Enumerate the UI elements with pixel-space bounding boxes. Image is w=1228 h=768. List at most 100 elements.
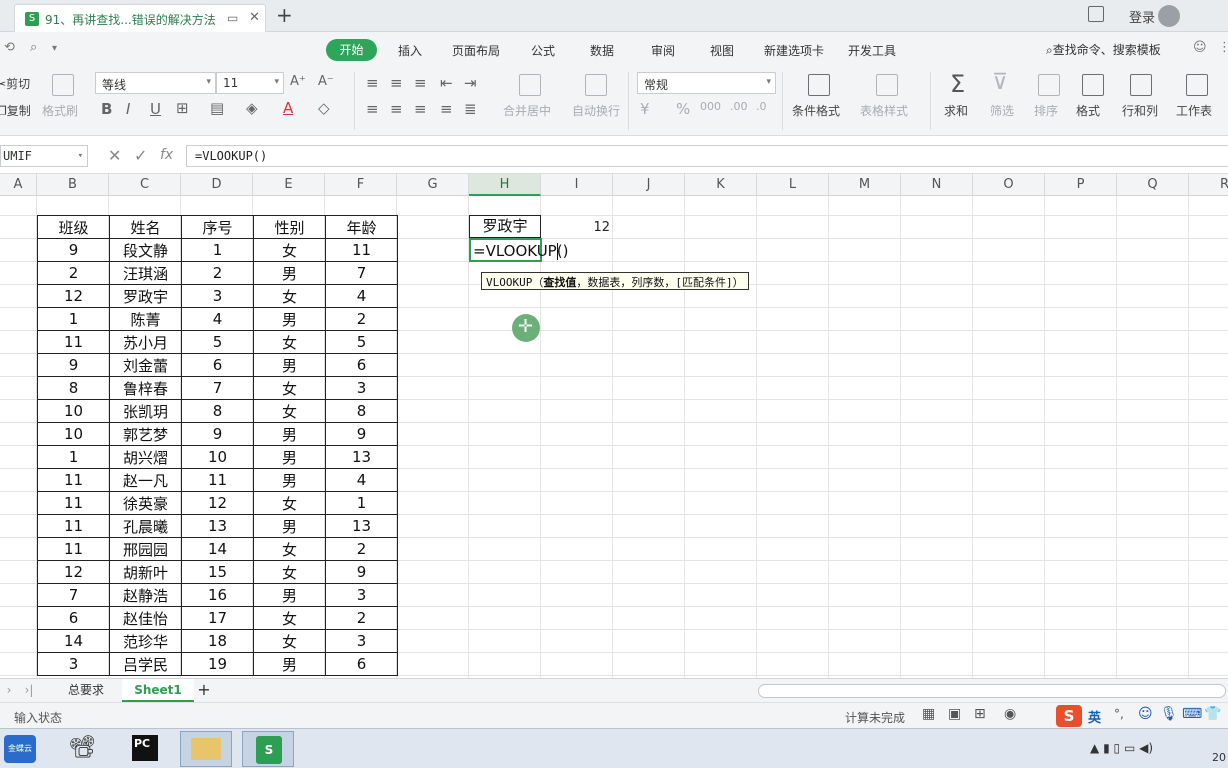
ime-language[interactable]: 英 — [1088, 707, 1101, 726]
paint-bucket-icon[interactable]: ◈ — [246, 99, 258, 117]
table-cell[interactable]: 男 — [253, 514, 326, 538]
table-cell[interactable]: 罗政宇 — [109, 284, 182, 308]
table-cell[interactable]: 11 — [37, 330, 110, 354]
table-cell[interactable]: 9 — [37, 238, 110, 262]
column-header-r[interactable]: R — [1189, 174, 1228, 196]
taskbar-app-explorer[interactable] — [180, 731, 232, 767]
column-header-e[interactable]: E — [253, 174, 325, 196]
table-cell[interactable]: 男 — [253, 652, 326, 676]
table-cell[interactable]: 郭艺梦 — [109, 422, 182, 446]
more-icon[interactable]: ⋮ — [1218, 40, 1228, 55]
table-cell[interactable]: 男 — [253, 422, 326, 446]
punctuation-icon[interactable]: °, — [1114, 707, 1124, 721]
table-cell[interactable]: 男 — [253, 261, 326, 285]
table-cell[interactable]: 13 — [181, 514, 254, 538]
preview-icon[interactable]: ⌕ — [30, 40, 37, 55]
table-cell[interactable]: 16 — [181, 583, 254, 607]
column-header-q[interactable]: Q — [1117, 174, 1189, 196]
table-cell[interactable]: 1 — [325, 491, 398, 515]
table-cell[interactable]: 7 — [325, 261, 398, 285]
column-header-b[interactable]: B — [37, 174, 109, 196]
table-cell[interactable]: 鲁梓春 — [109, 376, 182, 400]
table-cell[interactable]: 女 — [253, 376, 326, 400]
menu-tab-new[interactable]: 新建选项卡 — [764, 42, 824, 59]
table-cell[interactable]: 3 — [181, 284, 254, 308]
table-cell[interactable]: 1 — [37, 307, 110, 331]
table-cell[interactable]: 11 — [37, 468, 110, 492]
table-cell[interactable]: 男 — [253, 583, 326, 607]
eye-protection-icon[interactable]: ◉ — [1004, 706, 1016, 722]
table-cell[interactable]: 8 — [325, 399, 398, 423]
table-cell[interactable]: 12 — [181, 491, 254, 515]
column-header-h[interactable]: H — [469, 174, 541, 196]
table-cell[interactable]: 9 — [325, 422, 398, 446]
table-cell[interactable]: 7 — [181, 376, 254, 400]
insert-function-button[interactable]: fx — [160, 147, 173, 163]
column-header-f[interactable]: F — [325, 174, 397, 196]
table-cell[interactable]: 刘金蕾 — [109, 353, 182, 377]
table-cell[interactable]: 8 — [37, 376, 110, 400]
table-cell[interactable]: 男 — [253, 307, 326, 331]
table-cell[interactable]: 14 — [37, 629, 110, 653]
column-header-j[interactable]: J — [613, 174, 685, 196]
align-center-icon[interactable]: ≡ — [390, 100, 403, 118]
document-tab[interactable]: S 91、再讲查找...错误的解决方法 ▭ ✕ — [14, 4, 266, 32]
table-cell[interactable]: 女 — [253, 399, 326, 423]
table-cell[interactable]: 女 — [253, 284, 326, 308]
filter-button[interactable]: 筛选 — [990, 102, 1014, 119]
close-tab-icon[interactable]: ✕ — [249, 10, 260, 25]
table-cell[interactable]: 赵佳怡 — [109, 606, 182, 630]
keyboard-icon[interactable]: ⌨ — [1182, 706, 1202, 722]
table-cell[interactable]: 女 — [253, 606, 326, 630]
align-middle-icon[interactable]: ≡ — [390, 74, 403, 92]
add-sheet-button[interactable]: + — [194, 679, 214, 702]
table-cell[interactable]: 赵一凡 — [109, 468, 182, 492]
table-cell[interactable]: 10 — [37, 399, 110, 423]
sum-button[interactable]: 求和 — [944, 102, 968, 119]
table-cell[interactable]: 9 — [181, 422, 254, 446]
font-name-select[interactable]: 等线 ▾ — [95, 72, 216, 94]
login-link[interactable]: 登录 — [1129, 7, 1155, 26]
table-cell[interactable]: 赵静浩 — [109, 583, 182, 607]
menu-tab-data[interactable]: 数据 — [590, 42, 614, 59]
confirm-icon[interactable]: ✓ — [134, 146, 147, 165]
fill-color-icon[interactable]: ▤ — [210, 99, 224, 117]
table-cell[interactable]: 12 — [37, 560, 110, 584]
indent-right-icon[interactable]: ⇥ — [464, 74, 477, 92]
table-style-button[interactable]: 表格样式 — [860, 102, 908, 119]
worksheet-grid[interactable]: 班级 姓名 序号 性别 年龄 9 段文静 1 女 11 2 汪琪涵 2 男 7 12 罗政宇 3 女 4 1 陈菁 4 男 2 1… — [0, 196, 1228, 678]
table-cell[interactable]: 汪琪涵 — [109, 261, 182, 285]
system-tray[interactable]: ▲ ▮ ▯ ▭ ◀) — [1090, 741, 1153, 755]
prev-sheet-icon[interactable]: › — [2, 679, 16, 702]
monitor-icon[interactable]: ▭ — [227, 11, 238, 25]
font-color-icon[interactable]: A — [283, 99, 293, 117]
increase-font-icon[interactable]: A⁺ — [290, 74, 306, 89]
dropdown-icon[interactable]: ▾ — [52, 43, 57, 54]
table-cell[interactable]: 17 — [181, 606, 254, 630]
table-cell[interactable]: 5 — [325, 330, 398, 354]
new-tab-button[interactable]: + — [276, 3, 293, 27]
bold-icon[interactable]: B — [101, 100, 112, 118]
table-cell[interactable]: 3 — [325, 376, 398, 400]
conditional-format-button[interactable]: 条件格式 — [792, 102, 840, 119]
clear-format-icon[interactable]: ◇ — [318, 99, 330, 117]
table-cell[interactable]: 孔晨曦 — [109, 514, 182, 538]
table-cell[interactable]: 男 — [253, 445, 326, 469]
lookup-value-cell[interactable]: 12 — [560, 220, 610, 235]
name-box[interactable]: UMIF ▾ — [0, 145, 88, 167]
column-header-o[interactable]: O — [973, 174, 1045, 196]
column-header-d[interactable]: D — [181, 174, 253, 196]
justify-icon[interactable]: ≡ — [440, 100, 453, 118]
window-layout-icon[interactable] — [1088, 6, 1104, 22]
table-cell[interactable]: 4 — [181, 307, 254, 331]
table-cell[interactable]: 1 — [181, 238, 254, 262]
menu-tab-page-layout[interactable]: 页面布局 — [452, 42, 500, 59]
table-cell[interactable]: 12 — [37, 284, 110, 308]
table-cell[interactable]: 18 — [181, 629, 254, 653]
taskbar-app-spreadsheet[interactable]: S — [242, 731, 294, 767]
table-cell[interactable]: 7 — [37, 583, 110, 607]
sheet-tab-requirements[interactable]: 总要求 — [50, 679, 122, 702]
menu-tab-developer[interactable]: 开发工具 — [848, 42, 896, 59]
table-cell[interactable]: 13 — [325, 514, 398, 538]
table-cell[interactable]: 女 — [253, 491, 326, 515]
